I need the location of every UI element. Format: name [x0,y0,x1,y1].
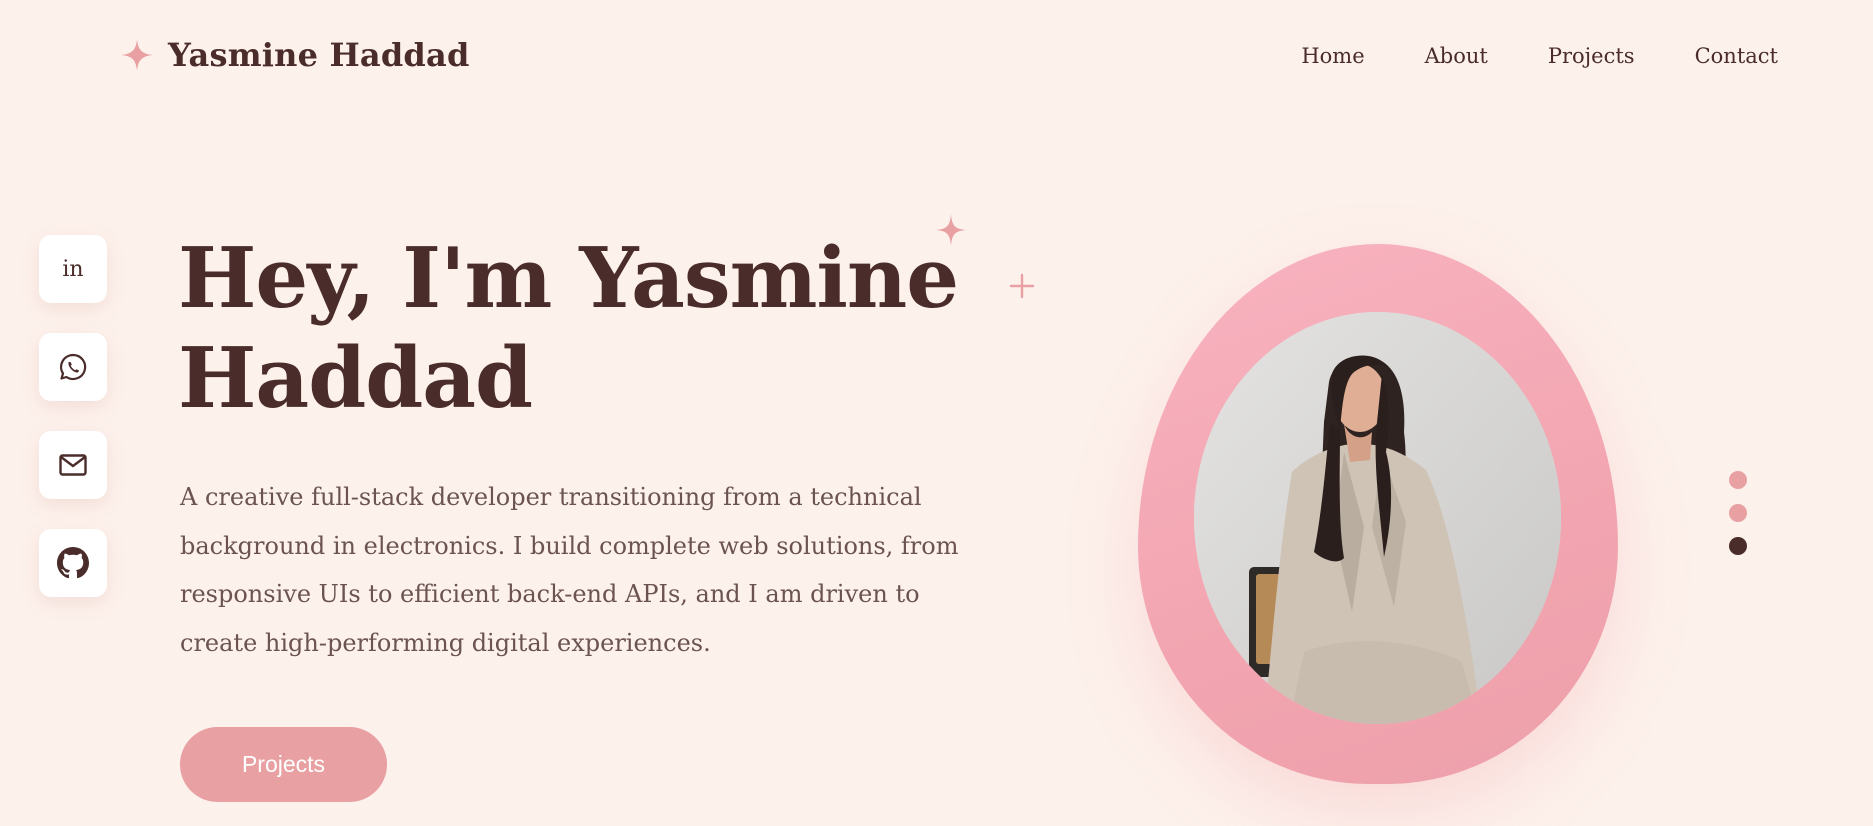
projects-button[interactable]: Projects [180,727,387,802]
sparkle-decoration-icon [936,214,966,246]
linkedin-icon: in [62,256,84,282]
main-nav: Home About Projects Contact [1301,44,1778,68]
pagination-dot-3[interactable] [1729,537,1747,555]
hero-title: Hey, I'm Yasmine Haddad [178,229,959,427]
github-button[interactable] [39,529,107,597]
pagination-dot-1[interactable] [1729,471,1747,489]
nav-home-link[interactable]: Home [1301,44,1364,68]
plus-decoration-icon [1009,273,1035,299]
nav-projects-link[interactable]: Projects [1548,44,1635,68]
mail-icon [59,454,87,476]
linkedin-button[interactable]: in [39,235,107,303]
github-icon [57,547,89,579]
mail-button[interactable] [39,431,107,499]
sparkle-icon [121,39,153,71]
logo[interactable]: Yasmine Haddad [120,36,470,74]
nav-about-link[interactable]: About [1425,44,1488,68]
hero-description: A creative full-stack developer transiti… [180,483,959,657]
profile-photo [1194,312,1561,724]
logo-text: Yasmine Haddad [168,36,470,74]
whatsapp-icon [60,353,87,381]
slide-pagination [1729,471,1747,555]
pagination-dot-2[interactable] [1729,504,1747,522]
whatsapp-button[interactable] [39,333,107,401]
social-links: in [39,235,107,597]
nav-contact-link[interactable]: Contact [1695,44,1778,68]
